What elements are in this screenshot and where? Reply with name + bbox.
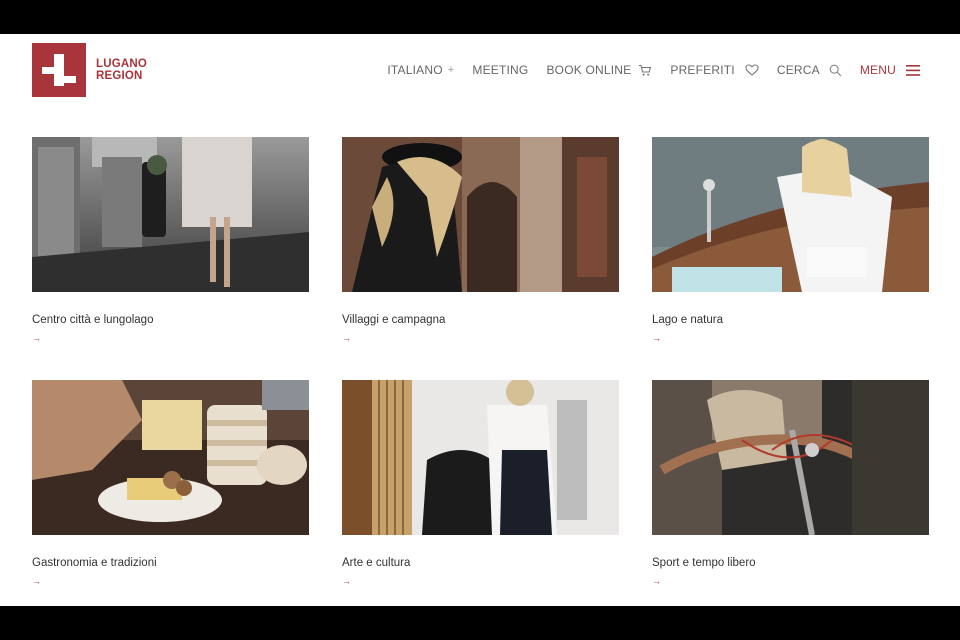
nav-search[interactable]: CERCA [777, 63, 842, 77]
logo-line-1: LUGANO [96, 58, 148, 70]
card-label: Arte e cultura [342, 557, 411, 569]
logo-cross-icon [32, 43, 86, 97]
nav-search-label: CERCA [776, 63, 820, 77]
card-art-culture[interactable]: Arte e cultura → [342, 380, 619, 586]
card-gastronomy-traditions[interactable]: Gastronomia e tradizioni → [32, 380, 309, 586]
logo-text: LUGANO REGION [96, 58, 147, 82]
card-label: Centro città e lungolago [32, 314, 154, 326]
card-label: Lago e natura [652, 314, 723, 326]
hamburger-menu-icon [906, 64, 920, 76]
search-icon [829, 64, 842, 77]
card-sport-leisure[interactable]: Sport e tempo libero → [652, 380, 929, 586]
card-label: Sport e tempo libero [652, 557, 756, 569]
card-lake-nature[interactable]: Lago e natura → [652, 137, 929, 343]
language-selector[interactable]: ITALIANO + [387, 63, 454, 77]
photo-lake-nature [652, 137, 929, 292]
photo-city-lakefront [32, 137, 309, 292]
main-nav: ITALIANO + MEETING BOOK ONLINE PREFERITI… [369, 62, 920, 78]
site-logo[interactable]: LUGANO REGION [32, 43, 147, 97]
arrow-right-icon: → [652, 333, 661, 343]
card-villages-countryside[interactable]: Villaggi e campagna → [342, 137, 619, 343]
logo-line-2: REGION [96, 70, 143, 82]
menu-label: MENU [859, 63, 896, 77]
photo-gastronomy-traditions [32, 380, 309, 535]
language-label: ITALIANO [387, 63, 443, 77]
photo-art-culture [342, 380, 619, 535]
card-label: Gastronomia e tradizioni [32, 557, 157, 569]
letterbox-top [0, 0, 960, 34]
nav-meeting-label: MEETING [472, 63, 529, 77]
arrow-right-icon: → [342, 576, 351, 586]
nav-favorites-label: PREFERITI [670, 63, 735, 77]
photo-sport-leisure [652, 380, 929, 535]
nav-book-online[interactable]: BOOK ONLINE [546, 63, 652, 77]
arrow-right-icon: → [32, 576, 41, 586]
language-toggle: + [447, 64, 455, 76]
nav-book-online-label: BOOK ONLINE [546, 63, 632, 77]
page: LUGANO REGION ITALIANO + MEETING BOOK ON… [0, 34, 960, 606]
arrow-right-icon: → [652, 576, 661, 586]
letterbox-bottom [0, 606, 960, 640]
heart-icon [745, 64, 759, 76]
nav-favorites[interactable]: PREFERITI [670, 63, 759, 77]
menu-button[interactable]: MENU [860, 63, 920, 77]
nav-meeting[interactable]: MEETING [472, 63, 528, 77]
card-label: Villaggi e campagna [342, 314, 446, 326]
photo-villages-countryside [342, 137, 619, 292]
card-city-lakefront[interactable]: Centro città e lungolago → [32, 137, 309, 343]
cart-icon [638, 64, 652, 77]
arrow-right-icon: → [342, 333, 351, 343]
arrow-right-icon: → [32, 333, 41, 343]
